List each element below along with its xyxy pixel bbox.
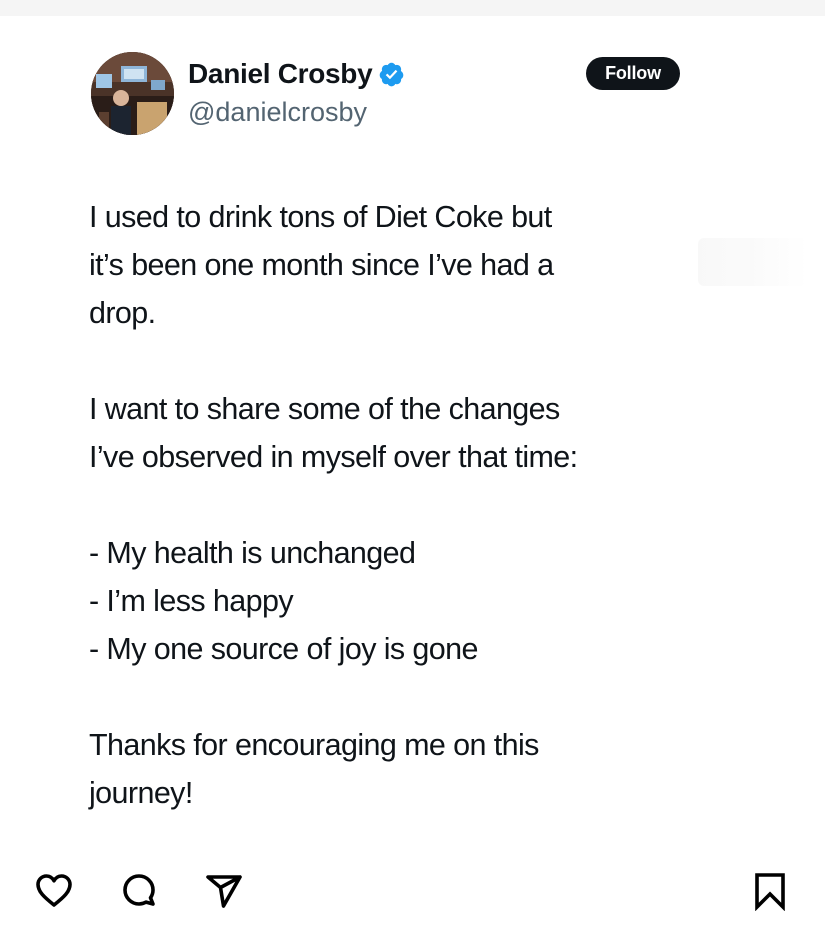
- tweet-line: I used to drink tons of Diet Coke but: [89, 200, 552, 234]
- heart-icon[interactable]: [33, 870, 75, 912]
- tweet-line: drop.: [89, 296, 156, 330]
- avatar[interactable]: [91, 52, 174, 135]
- tweet-line: - My one source of joy is gone: [89, 632, 478, 666]
- tweet-line: I’ve observed in myself over that time:: [89, 440, 578, 474]
- tweet-line: - I’m less happy: [89, 584, 294, 618]
- share-icon[interactable]: [203, 870, 245, 912]
- tweet-line: - My health is unchanged: [89, 536, 416, 570]
- comment-icon[interactable]: [118, 870, 160, 912]
- tweet-line: I want to share some of the changes: [89, 392, 560, 426]
- tweet-line: it’s been one month since I’ve had a: [89, 248, 554, 282]
- follow-button[interactable]: Follow: [586, 57, 680, 90]
- display-name-row: Daniel Crosby: [188, 56, 405, 92]
- top-strip: [0, 0, 825, 16]
- verified-badge-icon: [378, 61, 405, 88]
- smudge: [698, 238, 808, 286]
- display-name[interactable]: Daniel Crosby: [188, 58, 373, 90]
- tweet-line: Thanks for encouraging me on this: [89, 728, 539, 762]
- tweet-text: I used to drink tons of Diet Coke but it…: [89, 193, 709, 817]
- handle[interactable]: @danielcrosby: [188, 97, 367, 128]
- tweet-line: journey!: [89, 776, 193, 810]
- bookmark-icon[interactable]: [749, 870, 791, 912]
